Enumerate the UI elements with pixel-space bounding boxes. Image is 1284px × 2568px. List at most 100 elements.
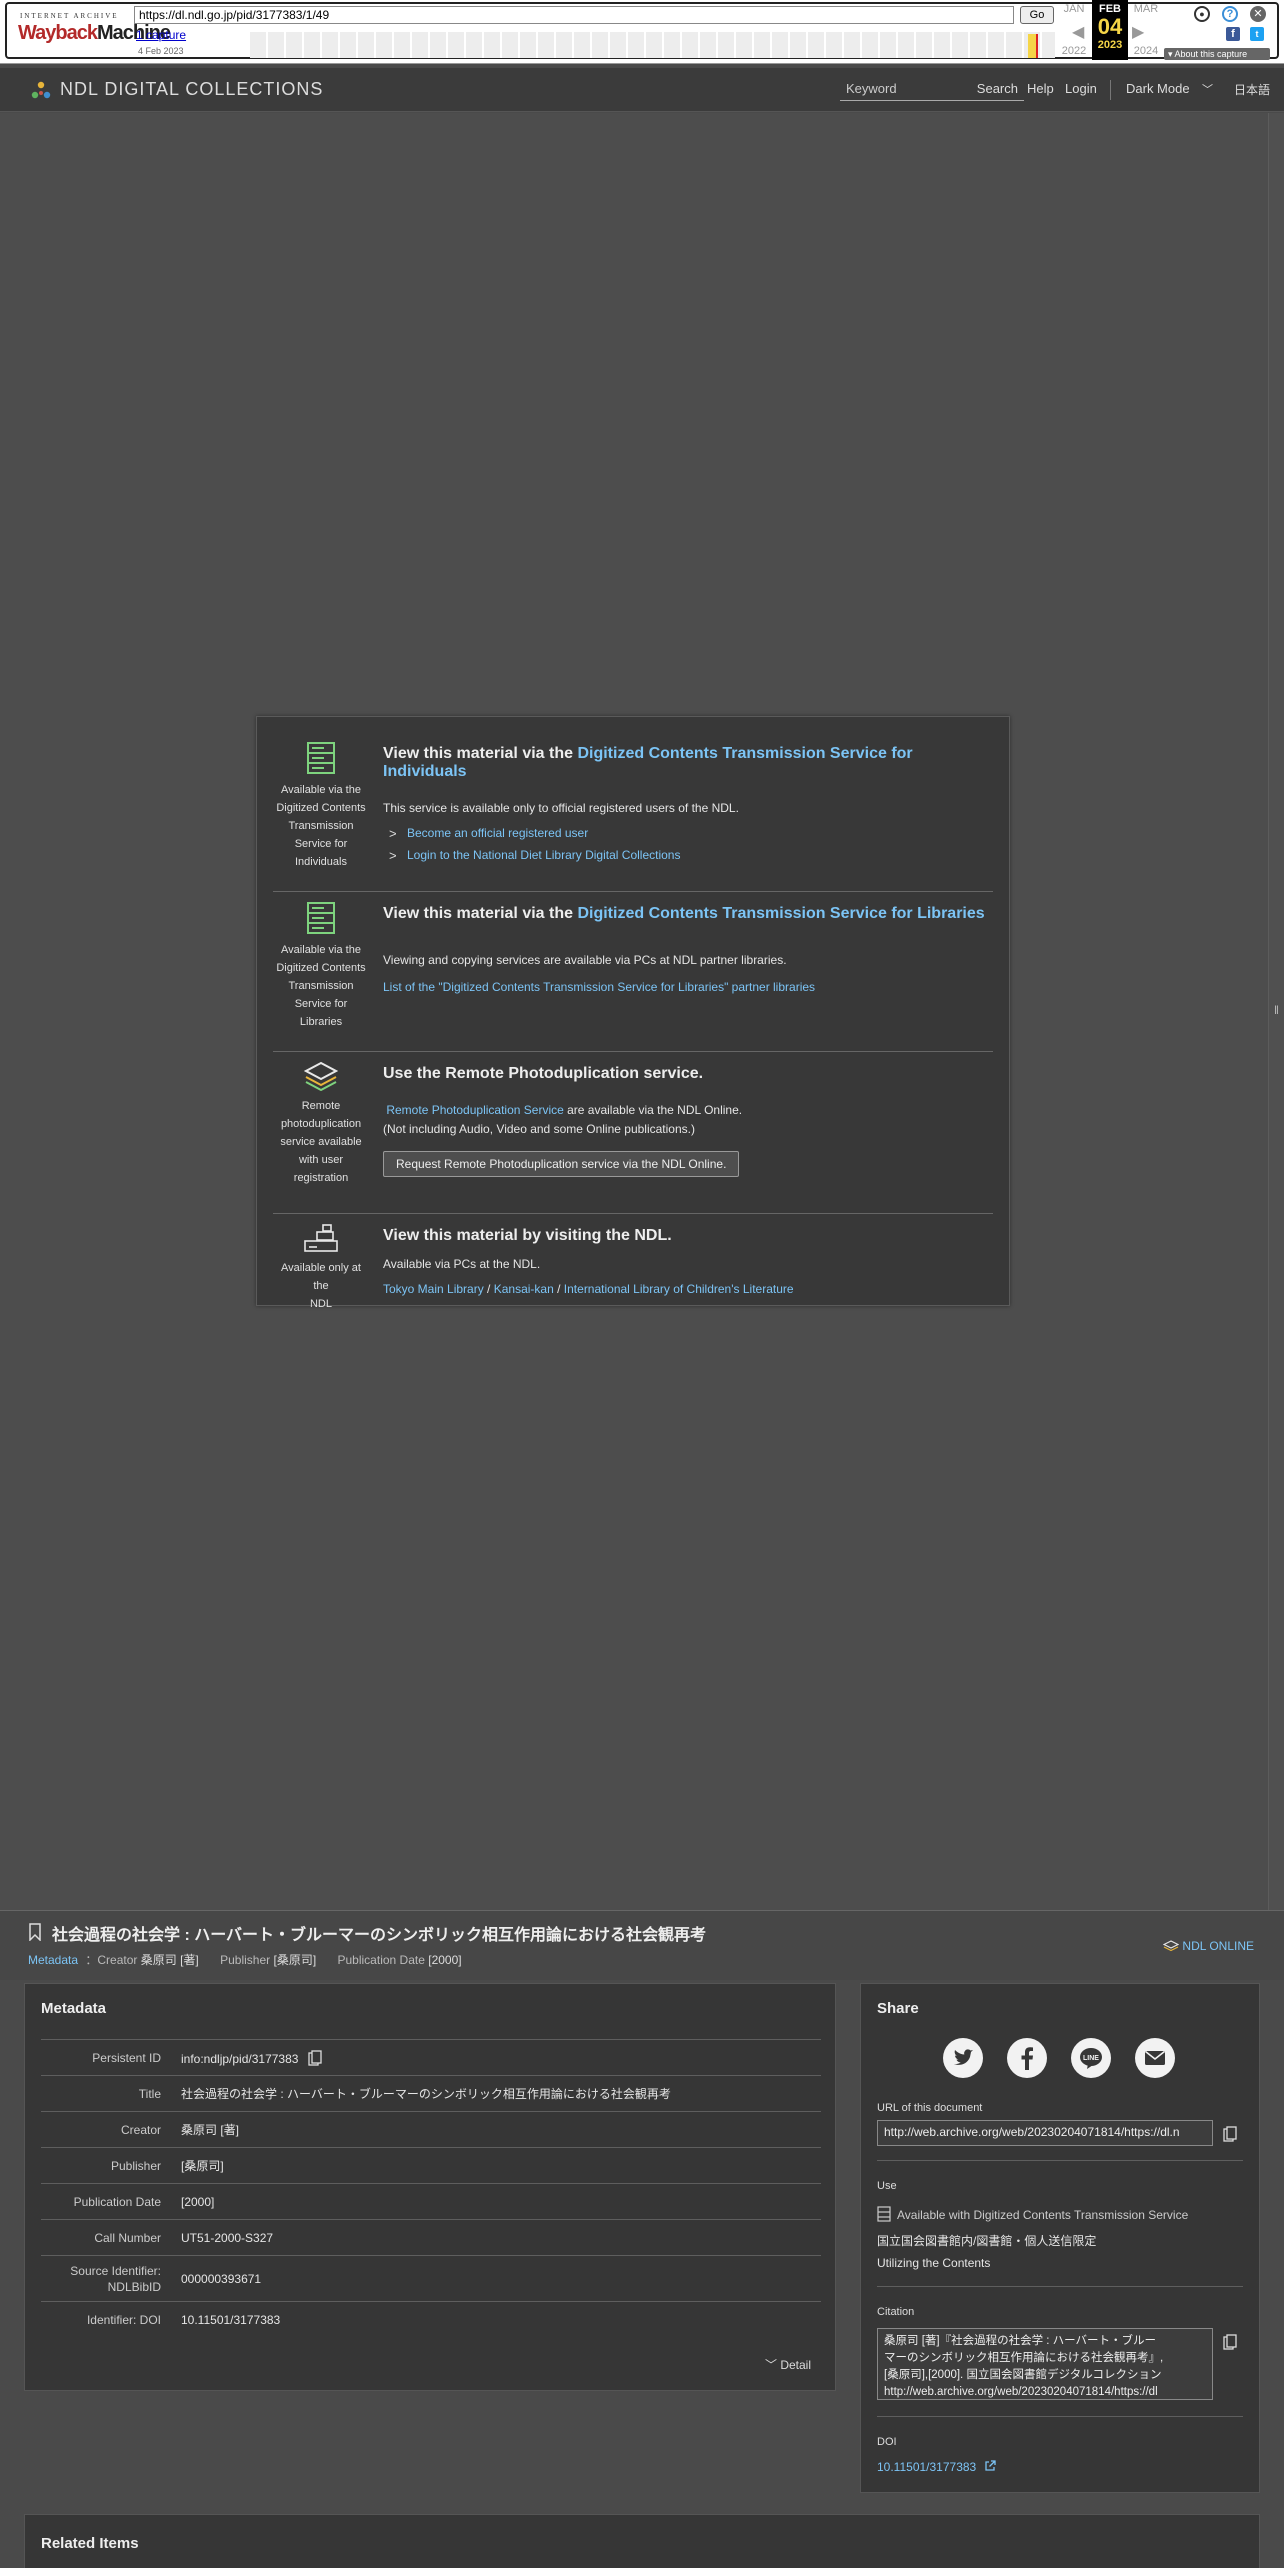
doi-label: DOI bbox=[877, 2436, 897, 2448]
user-icon[interactable]: ● bbox=[1194, 6, 1210, 22]
libraries-caption: Available via the Digitized Contents Tra… bbox=[276, 944, 366, 1028]
access-individuals: Available via the Digitized Contents Tra… bbox=[273, 733, 993, 883]
libraries-text: Viewing and copying services are availab… bbox=[383, 953, 787, 967]
document-url-field[interactable]: http://web.archive.org/web/2023020407181… bbox=[877, 2120, 1213, 2146]
ndl-online-link[interactable]: NDL ONLINE bbox=[1162, 1939, 1254, 1953]
kansai-kan-link[interactable]: Kansai-kan bbox=[494, 1282, 554, 1296]
visit-caption: Available only at the NDL bbox=[281, 1262, 361, 1310]
search-input[interactable]: Keyword bbox=[846, 81, 897, 96]
request-remote-button[interactable]: Request Remote Photoduplication service … bbox=[383, 1151, 740, 1177]
wayback-toolbar: INTERNET ARCHIVE WaybackMachine https://… bbox=[0, 0, 1284, 64]
language-switch[interactable]: 日本語 bbox=[1234, 81, 1270, 98]
ndl-logo-icon[interactable] bbox=[30, 80, 52, 102]
wayback-cur-month: FEB bbox=[1099, 3, 1121, 15]
wayback-capture-date: 4 Feb 2023 bbox=[138, 46, 184, 56]
register-user-link[interactable]: > Become an official registered user bbox=[383, 826, 993, 841]
login-ndl-link[interactable]: > Login to the National Diet Library Digi… bbox=[383, 848, 993, 863]
visit-heading: View this material by visiting the NDL. bbox=[383, 1227, 672, 1244]
utilizing-contents-link[interactable]: Utilizing the Contents bbox=[877, 2256, 990, 2270]
search-button[interactable]: Search bbox=[977, 81, 1018, 96]
chevron-down-icon[interactable]: ﹀ bbox=[1202, 81, 1213, 97]
wayback-about-capture[interactable]: ▾ About this capture bbox=[1164, 48, 1270, 60]
metadata-link[interactable]: Metadata bbox=[28, 1953, 78, 1967]
use-scope: 国立国会図書館内/図書館・個人送信限定 bbox=[877, 2234, 1097, 2248]
building-icon bbox=[304, 1224, 338, 1252]
detail-toggle[interactable]: ﹀ Detail bbox=[765, 2356, 811, 2373]
individuals-text: This service is available only to offici… bbox=[383, 801, 739, 815]
facebook-icon[interactable] bbox=[1007, 2038, 1047, 2078]
wayback-prev-month[interactable]: JAN bbox=[1056, 3, 1092, 15]
close-icon[interactable]: ✕ bbox=[1250, 6, 1266, 22]
svg-text:LINE: LINE bbox=[1083, 2055, 1099, 2062]
doi-link[interactable]: 10.11501/3177383 bbox=[877, 2460, 996, 2474]
site-brand[interactable]: NDL DIGITAL COLLECTIONS bbox=[60, 79, 323, 100]
site-header: NDL DIGITAL COLLECTIONS Keyword Search H… bbox=[0, 68, 1284, 112]
individuals-heading: View this material via the Digitized Con… bbox=[383, 745, 913, 780]
wayback-next-year: 2024 bbox=[1133, 45, 1159, 57]
wayback-prev-arrow-icon[interactable]: ◀ bbox=[1072, 22, 1084, 42]
related-items-card: Related Items bbox=[24, 2514, 1260, 2568]
twitter-icon[interactable] bbox=[943, 2038, 983, 2078]
table-row: Publisher [桑原司] bbox=[41, 2147, 821, 2184]
bookmark-icon[interactable] bbox=[28, 1923, 42, 1941]
remote-icon-block: Remote photoduplication service availabl… bbox=[273, 1053, 369, 1187]
twitter-icon[interactable]: t bbox=[1250, 27, 1264, 41]
tokyo-main-library-link[interactable]: Tokyo Main Library bbox=[383, 1282, 484, 1296]
share-divider bbox=[877, 2160, 1243, 2161]
wayback-logo[interactable]: INTERNET ARCHIVE WaybackMachine bbox=[16, 8, 171, 54]
facebook-icon[interactable]: f bbox=[1226, 27, 1240, 41]
external-link-icon bbox=[984, 2460, 996, 2471]
login-link[interactable]: Login bbox=[1065, 81, 1097, 96]
citation-field[interactable]: 桑原司 [著]『社会過程の社会学 : ハーバート・ブルー マーのシンボリック相互… bbox=[877, 2328, 1213, 2400]
use-service-line: Available with Digitized Contents Transm… bbox=[877, 2206, 1188, 2222]
wayback-url-input[interactable]: https://dl.ndl.go.jp/pid/3177383/1/49 bbox=[134, 6, 1014, 24]
wayback-sparkline[interactable] bbox=[250, 32, 1055, 58]
partner-libraries-link[interactable]: List of the "Digitized Contents Transmis… bbox=[383, 978, 993, 997]
access-options-panel: Available via the Digitized Contents Tra… bbox=[256, 716, 1010, 1310]
remote-body: Use the Remote Photoduplication service.… bbox=[383, 1065, 993, 1177]
document-meta-line: Metadata ：Creator 桑原司 [著] Publisher [桑原司… bbox=[28, 1953, 462, 1967]
individuals-caption: Available via the Digitized Contents Tra… bbox=[276, 784, 366, 868]
metadata-heading: Metadata bbox=[41, 2000, 107, 2017]
remote-service-link[interactable]: Remote Photoduplication Service bbox=[386, 1103, 563, 1117]
remote-text-note: (Not including Audio, Video and some Onl… bbox=[383, 1122, 695, 1136]
help-icon[interactable]: ? bbox=[1222, 6, 1238, 22]
table-row: Source Identifier: NDLBibID 000000393671 bbox=[41, 2255, 821, 2302]
wayback-cur-day: 04 bbox=[1097, 14, 1123, 39]
copy-icon[interactable] bbox=[1223, 2334, 1237, 2350]
share-heading: Share bbox=[877, 2000, 919, 2017]
metadata-table: Persistent ID info:ndljp/pid/3177383 Titl… bbox=[41, 2039, 821, 2338]
mail-icon[interactable] bbox=[1135, 2038, 1175, 2078]
help-link[interactable]: Help bbox=[1027, 81, 1054, 96]
remote-heading: Use the Remote Photoduplication service. bbox=[383, 1065, 704, 1082]
layers-icon bbox=[304, 1061, 338, 1091]
copy-icon[interactable] bbox=[308, 2049, 322, 2066]
splitter-grip-icon[interactable]: ‖ bbox=[1274, 1003, 1279, 1017]
keyword-search[interactable]: Keyword Search bbox=[840, 77, 1024, 101]
wayback-captures-link[interactable]: 1 capture bbox=[136, 28, 186, 42]
sparkline-current-marker bbox=[1036, 34, 1038, 58]
image-viewer[interactable]: Available via the Digitized Contents Tra… bbox=[0, 113, 1268, 1910]
citation-label: Citation bbox=[877, 2306, 915, 2318]
children-library-link[interactable]: International Library of Children's Lite… bbox=[564, 1282, 794, 1296]
server-icon bbox=[877, 2206, 891, 2222]
wayback-next-arrow-icon[interactable]: ▶ bbox=[1132, 22, 1144, 42]
wayback-cur-year: 2023 bbox=[1097, 39, 1123, 51]
access-visit: Available only at the NDL View this mate… bbox=[273, 1215, 993, 1310]
table-row: Creator 桑原司 [著] bbox=[41, 2111, 821, 2148]
section-divider bbox=[273, 1213, 993, 1214]
libraries-body: View this material via the Digitized Con… bbox=[383, 905, 993, 997]
copy-icon[interactable] bbox=[1223, 2126, 1237, 2142]
table-row: Call Number UT51-2000-S327 bbox=[41, 2219, 821, 2256]
individuals-icon-block: Available via the Digitized Contents Tra… bbox=[273, 733, 369, 871]
chevron-right-icon: > bbox=[389, 826, 397, 841]
visit-locations: Tokyo Main Library / Kansai-kan / Intern… bbox=[383, 1282, 794, 1296]
table-row: Persistent ID info:ndljp/pid/3177383 bbox=[41, 2039, 821, 2076]
libraries-service-link[interactable]: Digitized Contents Transmission Service … bbox=[577, 905, 984, 922]
wayback-next-month[interactable]: MAR bbox=[1128, 3, 1164, 15]
wayback-go-button[interactable]: Go bbox=[1020, 6, 1054, 24]
line-icon[interactable]: LINE bbox=[1071, 2038, 1111, 2078]
dark-mode-toggle[interactable]: Dark Mode bbox=[1126, 81, 1190, 96]
wayback-logo-top: INTERNET ARCHIVE bbox=[20, 12, 119, 20]
viewer-scrollbar[interactable]: ‖ bbox=[1268, 113, 1284, 1910]
